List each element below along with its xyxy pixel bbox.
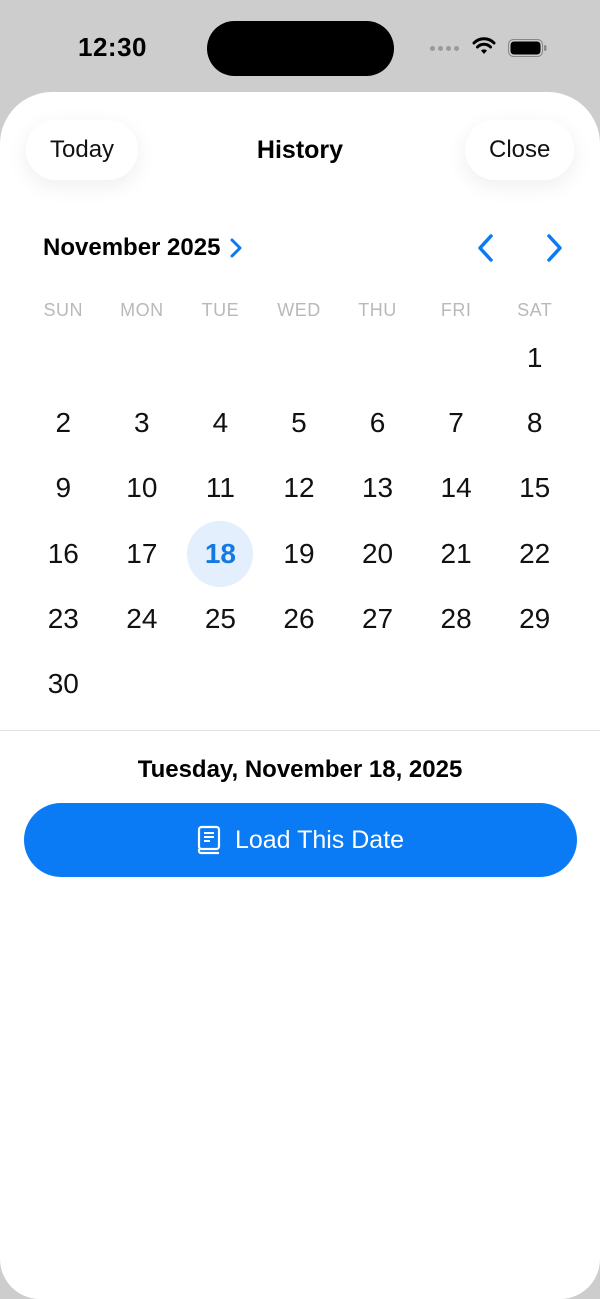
- calendar-day-number: 8: [526, 406, 543, 438]
- weekday-label: MON: [120, 300, 164, 320]
- calendar-day[interactable]: 2: [24, 390, 103, 455]
- calendar-day[interactable]: 21: [417, 521, 496, 586]
- book-icon: [197, 825, 221, 855]
- status-bar: 12:30: [0, 0, 600, 92]
- calendar-day[interactable]: 4: [181, 390, 260, 455]
- calendar-day[interactable]: 12: [260, 456, 339, 521]
- calendar-day[interactable]: 27: [338, 586, 417, 651]
- calendar-empty-cell: [260, 325, 339, 390]
- calendar-day-number: 27: [361, 602, 394, 634]
- weekday-label: SAT: [517, 300, 553, 320]
- next-month-button[interactable]: [542, 232, 566, 264]
- calendar-day-number: 7: [448, 406, 464, 438]
- calendar-day-number: 5: [291, 406, 307, 438]
- calendar-day-number: 19: [283, 537, 315, 569]
- status-time: 12:30: [78, 32, 147, 62]
- calendar-day[interactable]: 15: [495, 456, 574, 521]
- calendar-day-number: 9: [55, 472, 72, 504]
- cellular-signal-icon: [430, 46, 459, 51]
- calendar-empty-cell: [417, 325, 496, 390]
- close-button[interactable]: Close: [465, 120, 575, 180]
- calendar-day[interactable]: 10: [103, 456, 182, 521]
- battery-icon: [508, 39, 547, 57]
- calendar-day[interactable]: 13: [338, 456, 417, 521]
- calendar-day[interactable]: 25: [181, 586, 260, 651]
- load-this-date-button[interactable]: Load This Date: [24, 803, 577, 877]
- month-label: November 2025: [43, 234, 221, 261]
- calendar-day-number: 10: [126, 472, 158, 504]
- weekday-header: SUN MON TUE WED THU FRI SAT: [24, 300, 574, 321]
- calendar-day-number: 18: [187, 520, 254, 587]
- calendar-day-number: 16: [47, 537, 79, 569]
- dynamic-island: [207, 21, 394, 76]
- calendar-empty-cell: [24, 325, 103, 390]
- calendar-day[interactable]: 7: [417, 390, 496, 455]
- calendar-day[interactable]: 5: [260, 390, 339, 455]
- calendar-day-number: 25: [204, 602, 236, 634]
- calendar-day[interactable]: 8: [495, 390, 574, 455]
- calendar-day[interactable]: 14: [417, 456, 496, 521]
- calendar-day-number: 12: [283, 472, 315, 504]
- weekday-label: SUN: [43, 300, 84, 320]
- calendar-day-number: 17: [126, 537, 158, 569]
- calendar-day[interactable]: 16: [24, 521, 103, 586]
- calendar-day[interactable]: 29: [495, 586, 574, 651]
- calendar-day-number: 24: [126, 602, 158, 634]
- calendar-day[interactable]: 17: [103, 521, 182, 586]
- calendar-day[interactable]: 11: [181, 456, 260, 521]
- calendar-day[interactable]: 20: [338, 521, 417, 586]
- wifi-icon: [472, 37, 496, 54]
- calendar-day[interactable]: 24: [103, 586, 182, 651]
- calendar-day[interactable]: 22: [495, 521, 574, 586]
- calendar-day[interactable]: 6: [338, 390, 417, 455]
- calendar-day-number: 22: [519, 537, 551, 569]
- history-sheet: Today History Close November 2025 SUN MO…: [0, 92, 600, 1299]
- calendar-day-number: 29: [519, 602, 551, 634]
- weekday-label: THU: [358, 300, 397, 320]
- calendar-day-number: 1: [526, 341, 543, 373]
- load-button-label: Load This Date: [234, 825, 405, 854]
- calendar-day[interactable]: 3: [103, 390, 182, 455]
- calendar-day-number: 3: [134, 406, 150, 438]
- calendar-day-number: 15: [519, 472, 551, 504]
- calendar-day[interactable]: 9: [24, 456, 103, 521]
- calendar-day-number: 26: [283, 602, 315, 634]
- selected-date-label: Tuesday, November 18, 2025: [137, 756, 463, 783]
- calendar-day[interactable]: 19: [260, 521, 339, 586]
- calendar-empty-cell: [103, 325, 182, 390]
- calendar-empty-cell: [181, 325, 260, 390]
- weekday-label: TUE: [201, 300, 240, 320]
- calendar-day-number: 14: [440, 472, 472, 504]
- weekday-label: WED: [277, 300, 321, 320]
- calendar-day-number: 23: [47, 602, 79, 634]
- calendar-day[interactable]: 28: [417, 586, 496, 651]
- previous-month-button[interactable]: [474, 232, 498, 264]
- chevron-right-icon: [230, 238, 242, 258]
- calendar-day-number: 21: [440, 537, 472, 569]
- calendar-day[interactable]: 26: [260, 586, 339, 651]
- divider: [0, 730, 600, 731]
- calendar-day-number: 28: [440, 602, 472, 634]
- calendar-empty-cell: [338, 325, 417, 390]
- calendar-grid: 1 2 3 4 5 6 7 8 9 10 11 12 13 14 15 16 17 18 19 20 21 22 23 24 2…: [24, 325, 574, 717]
- calendar-day[interactable]: 1: [495, 325, 574, 390]
- month-picker-button[interactable]: November 2025: [43, 234, 242, 262]
- calendar-day-number: 11: [205, 472, 235, 504]
- weekday-label: FRI: [440, 300, 472, 320]
- calendar-day-number: 4: [212, 406, 229, 438]
- calendar-day-number: 13: [361, 472, 394, 504]
- calendar-day-selected[interactable]: 18: [181, 520, 260, 587]
- calendar-day-number: 2: [55, 406, 72, 438]
- calendar-day-number: 20: [361, 537, 394, 569]
- calendar-day[interactable]: 30: [24, 651, 103, 716]
- calendar-day[interactable]: 23: [24, 586, 103, 651]
- calendar-day-number: 6: [369, 406, 386, 438]
- calendar-day-number: 30: [47, 668, 79, 700]
